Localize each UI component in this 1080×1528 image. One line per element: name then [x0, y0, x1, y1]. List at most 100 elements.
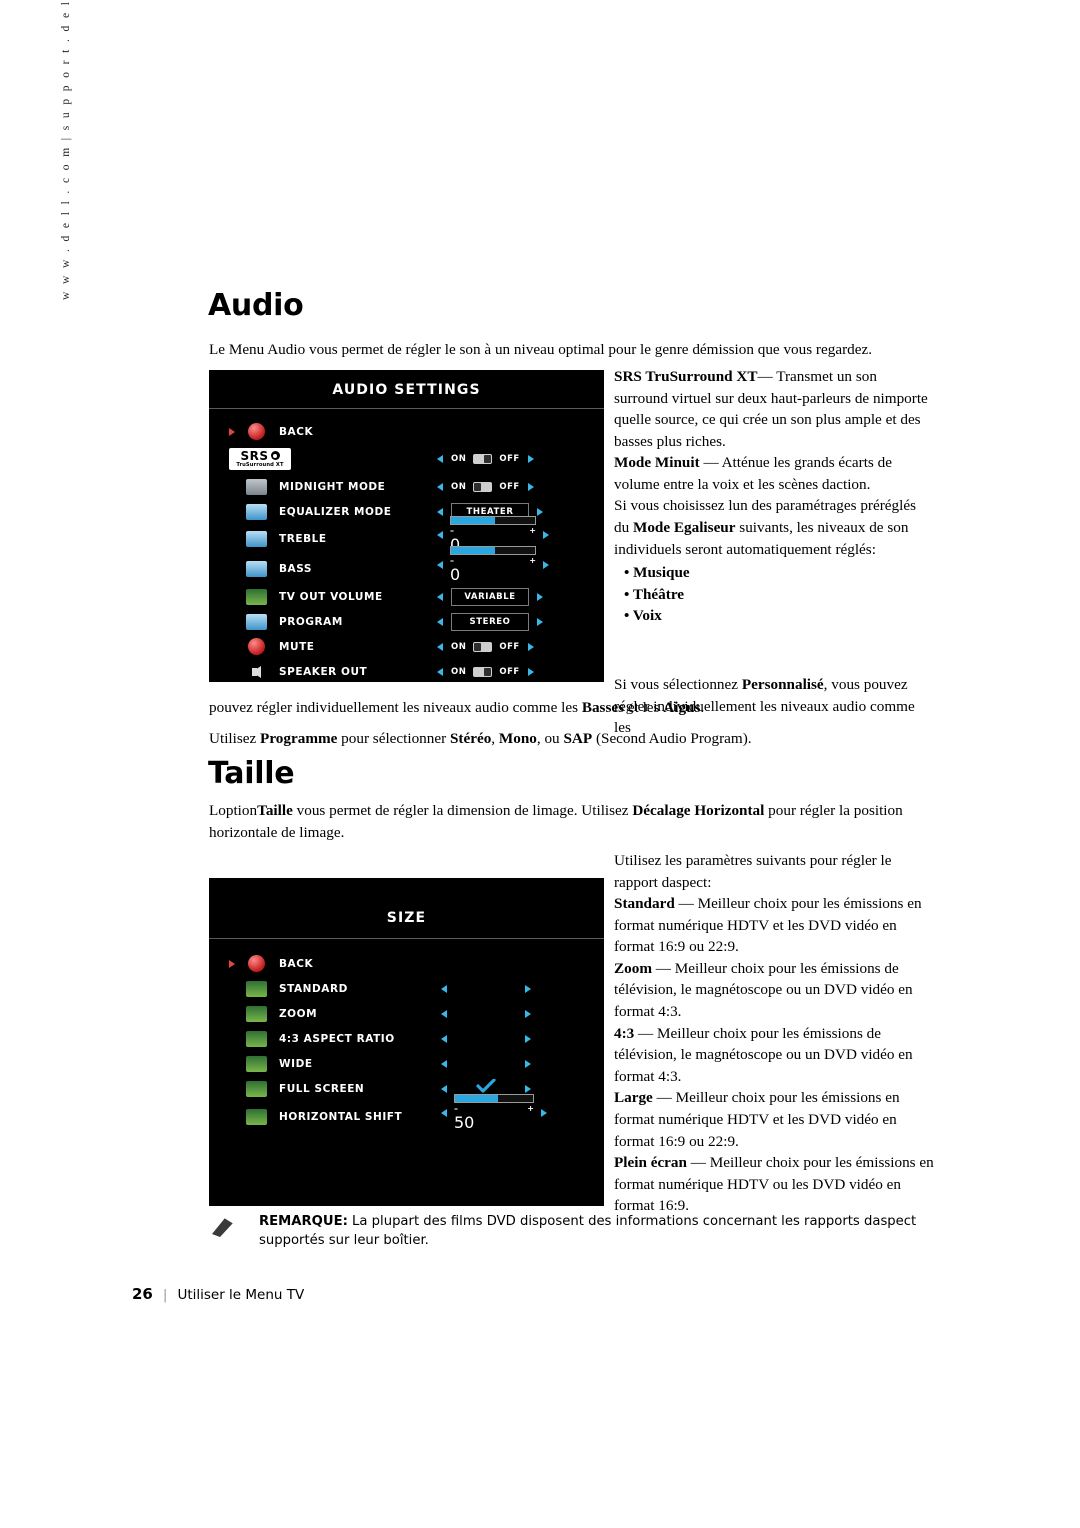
perso-pre: Si vous sélectionnez [614, 676, 742, 693]
taille-item-zoom: Zoom — Meilleur choix pour les émissions… [614, 958, 939, 1023]
osd-row-program[interactable]: PROGRAM STEREO [209, 609, 604, 634]
speaker-right-arrow[interactable] [527, 667, 534, 676]
page-footer: 26 | Utiliser le Menu TV [132, 1285, 305, 1303]
mute-icon [243, 638, 269, 655]
note-label: REMARQUE: [259, 1214, 348, 1229]
prog-pre: Utilisez [209, 730, 261, 747]
osd-row-wide[interactable]: WIDE [209, 1051, 604, 1076]
program-left-arrow[interactable] [437, 617, 443, 626]
osd-label-treble: TREBLE [279, 533, 327, 545]
speaker-on-label: ON [451, 666, 467, 677]
osd-row-tv-out-volume[interactable]: TV OUT VOLUME VARIABLE [209, 584, 604, 609]
bass-slider[interactable]: – + 0 [450, 545, 536, 584]
wide-left-arrow[interactable] [441, 1059, 447, 1068]
fullscreen-right-arrow[interactable] [525, 1084, 531, 1093]
srs-trusurround-logo: SRS TruSurround XT [229, 448, 291, 470]
mute-toggle[interactable] [473, 641, 493, 652]
aigus-term: Aigus [663, 699, 701, 716]
srs-toggle[interactable] [473, 453, 493, 464]
zoom-icon [243, 1005, 269, 1022]
standard-left-arrow[interactable] [441, 984, 447, 993]
hshift-left-arrow[interactable] [441, 1108, 447, 1117]
audio-para-midnight: Mode Minuit — Atténue les grands écarts … [614, 452, 934, 495]
audio-intro-text: Le Menu Audio vous permet de régler le s… [209, 341, 872, 358]
wide-right-arrow[interactable] [525, 1059, 531, 1068]
program-right-arrow[interactable] [537, 617, 543, 626]
mute-right-arrow[interactable] [527, 642, 534, 651]
osd-row-bass[interactable]: BASS – + 0 [209, 545, 604, 584]
speaker-left-arrow[interactable] [437, 667, 443, 676]
osd-label-zoom: ZOOM [279, 1007, 318, 1020]
osd-row-srs[interactable]: SRS TruSurround XT ON OFF [209, 444, 604, 474]
osd-row-equalizer-mode[interactable]: EQUALIZER MODE THEATER [209, 499, 604, 524]
osd-row-horizontal-shift[interactable]: HORIZONTAL SHIFT – + 50 [209, 1093, 604, 1133]
osd-row-speaker-out[interactable]: SPEAKER OUT ON OFF [209, 659, 604, 684]
audio-equalizer-presets: Musique Théâtre Voix [624, 562, 934, 627]
taille-col-intro: Utilisez les paramètres suivants pour ré… [614, 852, 892, 891]
taille-item-standard: Standard — Meilleur choix pour les émiss… [614, 893, 939, 958]
horizontal-shift-slider[interactable]: – + 50 [454, 1093, 534, 1132]
treble-left-arrow[interactable] [437, 530, 443, 539]
mute-on-label: ON [451, 641, 467, 652]
tv-out-volume-icon [243, 588, 269, 605]
bass-left-arrow[interactable] [437, 560, 443, 569]
footer-title: Utiliser le Menu TV [177, 1287, 305, 1303]
srs-on-label: ON [451, 453, 467, 464]
osd-label-program: PROGRAM [279, 615, 343, 628]
footer-page-number: 26 [132, 1285, 153, 1303]
osd-row-full-screen[interactable]: FULL SCREEN [209, 1076, 604, 1101]
aspect-right-arrow[interactable] [525, 1034, 531, 1043]
osd-row-aspect-ratio[interactable]: 4:3 ASPECT RATIO [209, 1026, 604, 1051]
list-item: Voix [624, 605, 934, 627]
document-page: w w w . d e l l . c o m | s u p p o r t … [0, 0, 1080, 1528]
osd-row-standard[interactable]: STANDARD [209, 976, 604, 1001]
back-icon [243, 423, 269, 440]
speaker-toggle[interactable] [473, 666, 493, 677]
hshift-plus: + [527, 1103, 534, 1113]
standard-right-arrow[interactable] [525, 984, 531, 993]
osd-row-back[interactable]: BACK [209, 419, 604, 444]
size-osd[interactable]: SIZE BACK STANDARD ZOOM 4:3 ASPECT RATIO… [209, 878, 604, 1206]
audio-description-column: SRS TruSurround XT— Transmet un son surr… [614, 366, 934, 627]
treble-minus: – [450, 525, 454, 535]
zoom-left-arrow[interactable] [441, 1009, 447, 1018]
audio-personalise-cont: pouvez régler individuellement les nivea… [209, 699, 705, 716]
osd-row-treble[interactable]: TREBLE – + 0 [209, 515, 604, 554]
bass-right-arrow[interactable] [543, 560, 549, 569]
osd-label-wide: WIDE [279, 1057, 313, 1070]
midnight-right-arrow[interactable] [527, 482, 534, 491]
osd-label-size-back: BACK [279, 957, 314, 970]
prog-sep2: , ou [536, 730, 564, 747]
midnight-toggle[interactable] [473, 481, 493, 492]
treble-right-arrow[interactable] [543, 530, 549, 539]
mute-left-arrow[interactable] [437, 642, 443, 651]
tvout-left-arrow[interactable] [437, 592, 443, 601]
midnight-left-arrow[interactable] [437, 482, 443, 491]
full-screen-icon [243, 1080, 269, 1097]
osd-row-mute[interactable]: MUTE ON OFF [209, 634, 604, 659]
taille-item-standard-term: Standard [614, 895, 675, 913]
basses-term: Basses [581, 699, 625, 716]
row-selector-icon [229, 960, 235, 968]
check-icon [476, 1078, 496, 1093]
taille-term: Taille [257, 802, 293, 819]
prog-sap: SAP [563, 730, 593, 747]
equalizer-icon [243, 503, 269, 520]
zoom-right-arrow[interactable] [525, 1009, 531, 1018]
srs-right-arrow[interactable] [527, 454, 534, 463]
equalizer-right-arrow[interactable] [537, 507, 543, 516]
audio-settings-osd[interactable]: AUDIO SETTINGS BACK SRS TruSurround XT O… [209, 370, 604, 682]
osd-label-standard: STANDARD [279, 982, 348, 995]
srs-left-arrow[interactable] [437, 454, 443, 463]
hshift-right-arrow[interactable] [541, 1108, 547, 1117]
osd-row-size-back[interactable]: BACK [209, 951, 604, 976]
prog-stereo: Stéréo [449, 730, 492, 747]
osd-row-midnight-mode[interactable]: MIDNIGHT MODE ON OFF [209, 474, 604, 499]
midnight-on-label: ON [451, 481, 467, 492]
osd-row-zoom[interactable]: ZOOM [209, 1001, 604, 1026]
tvout-right-arrow[interactable] [537, 592, 543, 601]
prog-sep1: , [491, 730, 499, 747]
aspect-left-arrow[interactable] [441, 1034, 447, 1043]
equalizer-left-arrow[interactable] [437, 507, 443, 516]
row-selector-icon [229, 428, 235, 436]
